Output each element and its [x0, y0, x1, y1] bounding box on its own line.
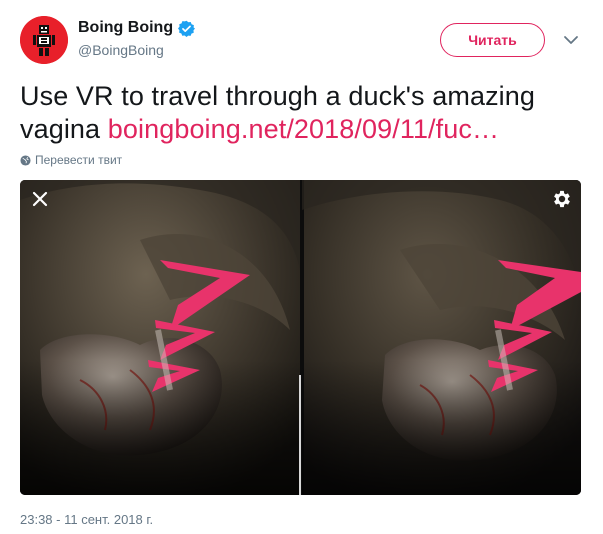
- gear-icon[interactable]: [551, 188, 573, 210]
- right-eye-view: [300, 180, 581, 495]
- close-icon[interactable]: [30, 189, 50, 209]
- user-handle[interactable]: @BoingBoing: [78, 42, 164, 58]
- stereo-divider: [299, 375, 301, 495]
- verified-badge-icon: [178, 20, 196, 37]
- display-name[interactable]: Boing Boing: [78, 19, 196, 37]
- globe-icon: [20, 154, 31, 166]
- tweet-link[interactable]: boingboing.net/2018/09/11/fuc…: [108, 114, 499, 144]
- vr-video-player[interactable]: [20, 180, 581, 495]
- translate-label: Перевести твит: [35, 153, 123, 167]
- chevron-down-icon[interactable]: [563, 34, 579, 46]
- translate-tweet-link[interactable]: Перевести твит: [20, 153, 122, 167]
- tweet-timestamp[interactable]: 23:38 - 11 сент. 2018 г.: [20, 512, 153, 527]
- boing-boing-logo-icon: [20, 16, 68, 64]
- left-eye-view: [20, 180, 300, 495]
- tweet-text: Use VR to travel through a duck's amazin…: [20, 80, 586, 146]
- avatar[interactable]: [20, 16, 68, 64]
- follow-button[interactable]: Читать: [440, 23, 545, 57]
- display-name-text: Boing Boing: [78, 19, 174, 36]
